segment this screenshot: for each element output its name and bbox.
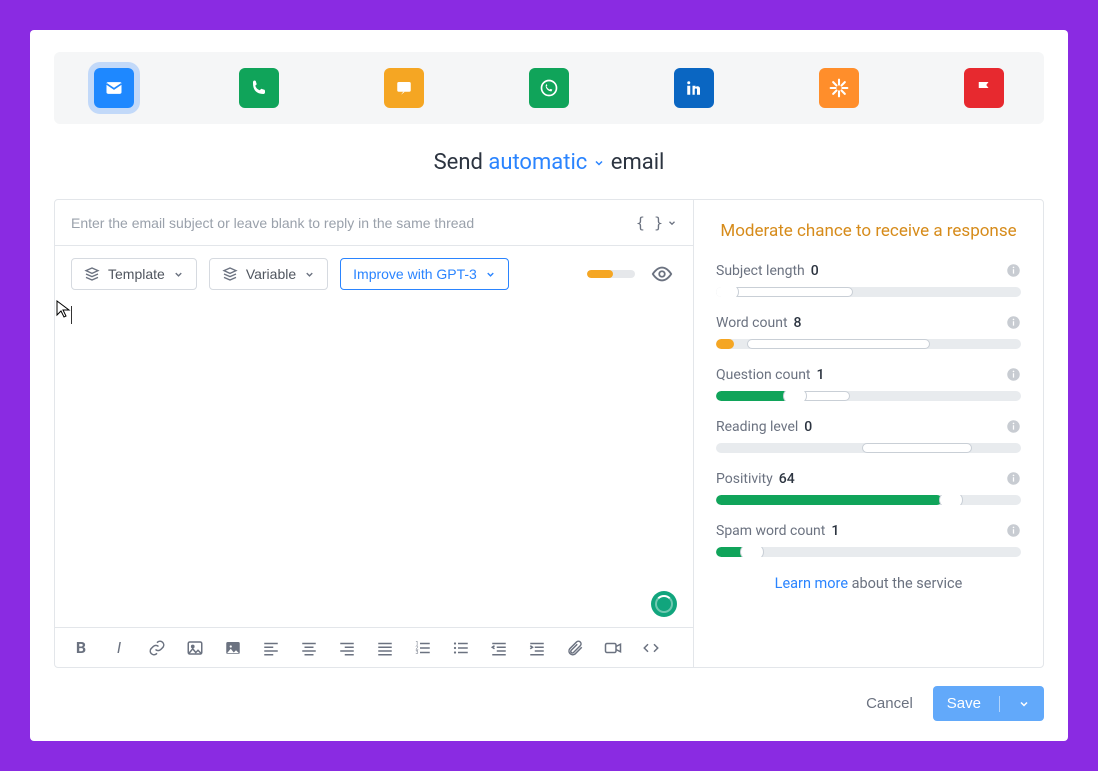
info-icon[interactable]: [1006, 315, 1021, 330]
info-icon[interactable]: [1006, 367, 1021, 382]
metric-word-count: Word count8: [716, 315, 1021, 349]
ordered-list-button[interactable]: 123: [413, 639, 433, 657]
metric-question-count: Question count1: [716, 367, 1021, 401]
insert-variable-subject[interactable]: { }: [632, 210, 681, 236]
channel-email[interactable]: [94, 68, 134, 108]
modal-footer: Cancel Save: [54, 668, 1044, 721]
info-icon[interactable]: [1006, 263, 1021, 278]
channel-phone[interactable]: [239, 68, 279, 108]
link-button[interactable]: [147, 639, 167, 657]
info-icon[interactable]: [1006, 419, 1021, 434]
heading-pre: Send: [434, 150, 483, 175]
info-icon[interactable]: [1006, 471, 1021, 486]
unordered-list-button[interactable]: [451, 639, 471, 657]
channel-sms[interactable]: [384, 68, 424, 108]
info-icon[interactable]: [1006, 523, 1021, 538]
subject-input[interactable]: [71, 215, 632, 231]
italic-button[interactable]: I: [109, 638, 129, 657]
svg-text:3: 3: [416, 650, 419, 656]
align-right-button[interactable]: [337, 639, 357, 657]
email-body-editor[interactable]: [55, 302, 693, 627]
editor-toolbar: Template Variable Improve with GPT-3: [55, 246, 693, 302]
modal-panel: Send automatic email { } Template: [30, 30, 1068, 741]
variable-dropdown[interactable]: Variable: [209, 258, 328, 290]
response-chance-title: Moderate chance to receive a response: [716, 220, 1021, 243]
save-button[interactable]: Save: [933, 686, 1044, 721]
metric-subject-length: Subject length0: [716, 263, 1021, 297]
bold-button[interactable]: B: [71, 638, 91, 657]
preview-toggle[interactable]: [647, 259, 677, 289]
channel-flag[interactable]: [964, 68, 1004, 108]
heading-mode-dropdown[interactable]: automatic: [488, 150, 605, 175]
subject-row: { }: [55, 200, 693, 246]
channel-zapier[interactable]: [819, 68, 859, 108]
channel-whatsapp[interactable]: [529, 68, 569, 108]
align-left-button[interactable]: [261, 639, 281, 657]
metric-reading-level: Reading level0: [716, 419, 1021, 453]
cancel-button[interactable]: Cancel: [866, 695, 913, 712]
channel-bar: [54, 52, 1044, 124]
channel-linkedin[interactable]: [674, 68, 714, 108]
editor-left: { } Template Variable Improve with GPT-3: [55, 200, 693, 667]
template-dropdown[interactable]: Template: [71, 258, 197, 290]
video-button[interactable]: [603, 639, 623, 657]
learn-more-line: Learn more about the service: [716, 575, 1021, 592]
code-button[interactable]: [641, 639, 661, 657]
improve-gpt-dropdown[interactable]: Improve with GPT-3: [340, 258, 509, 290]
align-justify-button[interactable]: [375, 639, 395, 657]
step-heading: Send automatic email: [54, 150, 1044, 175]
learn-more-link[interactable]: Learn more: [775, 575, 848, 592]
image-filled-button[interactable]: [223, 639, 243, 657]
response-chance-mini: [587, 270, 635, 278]
attachment-button[interactable]: [565, 639, 585, 657]
metric-spam-count: Spam word count1: [716, 523, 1021, 557]
indent-button[interactable]: [527, 639, 547, 657]
mouse-cursor-icon: [56, 300, 72, 318]
metric-positivity: Positivity64: [716, 471, 1021, 505]
outdent-button[interactable]: [489, 639, 509, 657]
format-toolbar: B I 123: [55, 627, 693, 667]
heading-post: email: [611, 150, 665, 175]
align-center-button[interactable]: [299, 639, 319, 657]
analysis-panel: Moderate chance to receive a response Su…: [693, 200, 1043, 667]
loading-spinner: [651, 591, 677, 617]
editor-container: { } Template Variable Improve with GPT-3: [54, 199, 1044, 668]
image-button[interactable]: [185, 639, 205, 657]
